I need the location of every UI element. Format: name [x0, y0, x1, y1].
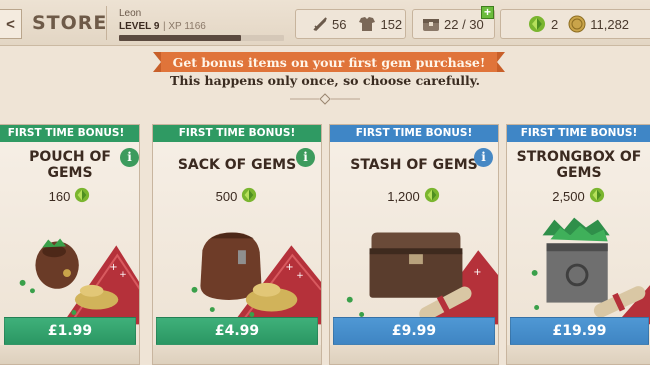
offer-name-line1: POUCH OF — [29, 149, 111, 165]
back-button[interactable]: < — [0, 9, 22, 39]
offer-name-line2: GEMS — [556, 165, 602, 181]
offer-card-pouch[interactable]: FIRST TIME BONUS! POUCH OF GEMS i 160 + … — [0, 124, 140, 365]
gem-amount: 2,500 — [507, 187, 650, 206]
offer-card-sack[interactable]: FIRST TIME BONUS! SACK OF GEMS i 500 + +… — [152, 124, 322, 365]
gem-amount-value: 500 — [215, 189, 238, 204]
svg-text:+: + — [296, 271, 303, 281]
ribbon-tail-left — [153, 52, 161, 72]
card-footer — [507, 345, 650, 364]
sack-of-gems-image: + + — [191, 232, 321, 325]
xp-progress-fill — [119, 35, 242, 41]
inventory-chest-icon — [422, 16, 440, 32]
info-button[interactable]: i — [120, 148, 139, 167]
gem-amount-value: 2,500 — [552, 189, 585, 204]
info-button[interactable]: i — [474, 148, 493, 167]
offer-name: STRONGBOX OF GEMS — [507, 149, 650, 181]
offer-name-line1: STASH OF GEMS — [350, 157, 478, 173]
gem-amount-value: 1,200 — [387, 189, 420, 204]
card-footer — [330, 345, 498, 364]
svg-text:+: + — [473, 267, 481, 278]
page-title: STORE — [32, 12, 108, 34]
ribbon-tail-right — [497, 52, 505, 72]
bonus-banner: Get bonus items on your first gem purcha… — [153, 52, 505, 72]
ornament-divider — [290, 93, 360, 105]
first-time-bonus-ribbon: FIRST TIME BONUS! — [0, 125, 139, 142]
buy-button[interactable]: £19.99 — [510, 317, 649, 345]
gold-count: 11,282 — [590, 16, 630, 32]
player-level: LEVEL 9 — [119, 21, 160, 32]
gem-amount: 500 — [153, 187, 321, 206]
currency-stats[interactable]: 2 11,282 — [500, 9, 650, 39]
first-time-bonus-ribbon: FIRST TIME BONUS! — [330, 125, 498, 142]
svg-text:+: + — [109, 262, 117, 273]
combat-stats[interactable]: 56 152 — [295, 9, 406, 39]
xp-progress-bar — [119, 35, 284, 41]
gem-icon — [527, 15, 547, 33]
offer-name-line2: GEMS — [47, 165, 93, 181]
first-time-bonus-ribbon: FIRST TIME BONUS! — [507, 125, 650, 142]
sword-icon — [312, 16, 328, 32]
gem-icon — [423, 187, 441, 206]
bonus-subtitle: This happens only once, so choose carefu… — [170, 73, 480, 88]
card-footer — [153, 345, 321, 364]
offer-name-line1: STRONGBOX OF — [516, 149, 642, 165]
first-time-bonus-ribbon: FIRST TIME BONUS! — [153, 125, 321, 142]
gem-amount: 1,200 — [330, 187, 498, 206]
card-footer — [0, 345, 139, 364]
inventory-count: 22 / 30 — [444, 16, 484, 32]
gem-count: 2 — [551, 16, 559, 32]
gem-icon — [588, 187, 606, 206]
bonus-banner-text: Get bonus items on your first gem purcha… — [161, 52, 497, 72]
buy-button[interactable]: £1.99 — [4, 317, 136, 345]
gem-amount-value: 160 — [48, 189, 71, 204]
player-name: Leon — [119, 8, 142, 19]
chevron-left-icon: < — [6, 15, 15, 33]
gold-coin-icon — [568, 15, 586, 33]
divider — [106, 6, 107, 40]
info-button[interactable]: i — [296, 148, 315, 167]
player-xp: | XP 1166 — [163, 21, 206, 32]
strongbox-of-gems-image — [531, 217, 650, 325]
armor-icon — [358, 16, 376, 32]
svg-text:+: + — [285, 262, 293, 273]
combat-power-value: 56 — [332, 16, 347, 32]
offer-name: STASH OF GEMS — [330, 157, 498, 173]
pouch-of-gems-image: + + — [19, 238, 139, 325]
offer-card-strongbox[interactable]: FIRST TIME BONUS! STRONGBOX OF GEMS 2,50… — [506, 124, 650, 365]
offer-card-stash[interactable]: FIRST TIME BONUS! STASH OF GEMS i 1,200 … — [329, 124, 499, 365]
gem-icon — [73, 187, 91, 206]
offer-name: POUCH OF GEMS — [0, 149, 139, 181]
armor-value: 152 — [380, 16, 403, 32]
buy-button[interactable]: £9.99 — [333, 317, 495, 345]
svg-text:+: + — [119, 270, 126, 280]
gem-icon — [240, 187, 258, 206]
add-inventory-button[interactable]: + — [481, 6, 494, 19]
stash-of-gems-image: + — [346, 232, 498, 325]
buy-button[interactable]: £4.99 — [156, 317, 318, 345]
gem-amount: 160 — [0, 187, 139, 206]
top-bar: < STORE Leon LEVEL 9 | XP 1166 56 152 22… — [0, 0, 650, 46]
